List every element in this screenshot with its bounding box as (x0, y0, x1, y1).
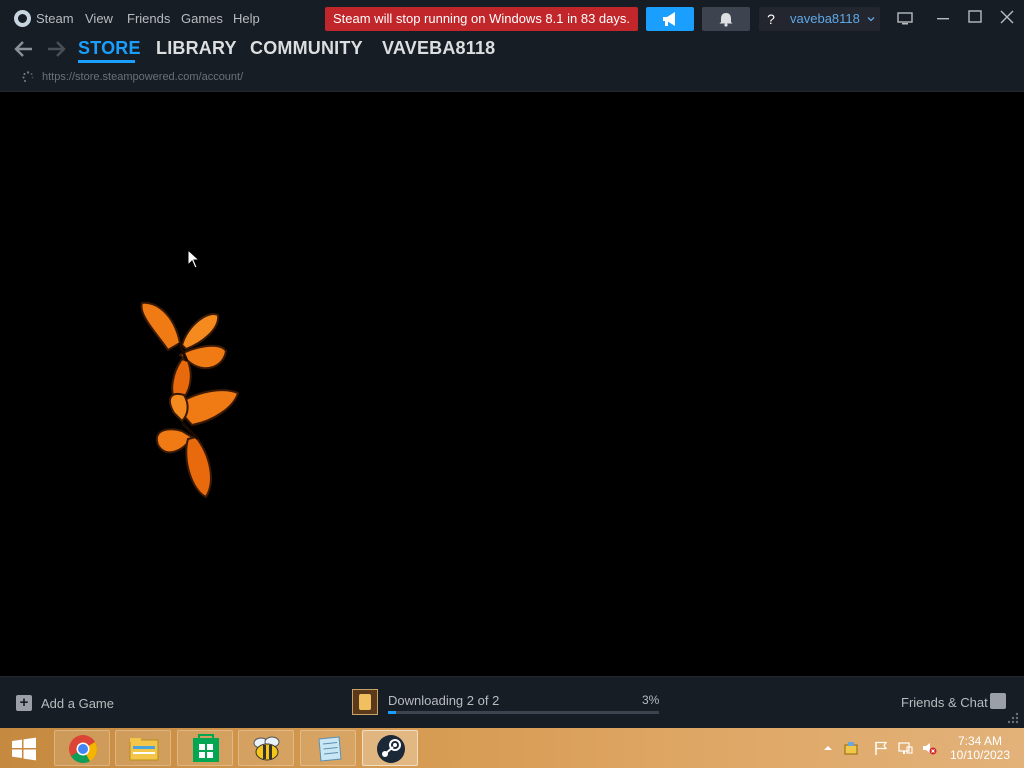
butterfly-upper (140, 301, 228, 405)
notifications-button[interactable] (702, 7, 750, 31)
download-progress-bar[interactable] (388, 711, 659, 714)
menu-bar: Steam View Friends Games Help Steam will… (0, 0, 1024, 36)
arrow-right-icon (48, 41, 66, 57)
resize-grip-icon[interactable] (1006, 711, 1020, 725)
navigation-bar: STORE LIBRARY COMMUNITY VAVEBA8118 (0, 36, 1024, 66)
clock-date: 10/10/2023 (949, 748, 1011, 762)
game-art-icon (359, 694, 371, 710)
help-button[interactable]: ? (759, 7, 783, 31)
close-icon (1000, 10, 1014, 24)
system-clock[interactable]: 7:34 AM 10/10/2023 (946, 734, 1014, 762)
mouse-cursor-icon (187, 249, 201, 269)
account-menu-button[interactable]: vaveba8118 (783, 7, 880, 31)
taskbar-windows-store[interactable] (177, 730, 233, 766)
chrome-icon (69, 735, 98, 764)
back-button[interactable] (13, 39, 35, 59)
maximize-icon (968, 10, 982, 23)
bell-icon (719, 13, 733, 27)
butterflies-decoration (140, 301, 240, 499)
minimize-button[interactable] (928, 6, 958, 30)
friends-chat-button[interactable]: Friends & Chat (901, 695, 988, 710)
tray-app-icon[interactable] (843, 740, 859, 756)
add-game-label: Add a Game (41, 696, 114, 711)
download-status[interactable]: Downloading 2 of 2 (388, 693, 499, 708)
nav-store[interactable]: STORE (78, 38, 141, 59)
url-bar: https://store.steampowered.com/account/ (0, 68, 1024, 88)
forward-button[interactable] (45, 39, 67, 59)
steam-bottom-bar: + Add a Game Downloading 2 of 2 3% Frien… (0, 676, 1024, 728)
download-game-thumbnail[interactable] (352, 689, 378, 715)
windows-logo-icon (12, 737, 36, 761)
loading-spinner-icon (22, 71, 34, 82)
desktop: Steam View Friends Games Help Steam will… (0, 0, 1024, 768)
taskbar-steam[interactable] (362, 730, 418, 766)
nav-library[interactable]: LIBRARY (156, 38, 237, 59)
minimize-icon (937, 18, 949, 20)
plus-icon: + (16, 695, 32, 711)
windows-store-icon (193, 734, 219, 762)
menu-help[interactable]: Help (233, 11, 260, 26)
network-icon[interactable] (897, 740, 913, 756)
steam-icon (377, 735, 405, 763)
menu-steam[interactable]: Steam (36, 11, 74, 26)
action-center-flag-icon[interactable] (873, 740, 889, 756)
maximize-button[interactable] (960, 6, 990, 30)
bee-app-icon (253, 736, 280, 761)
friends-grid-icon[interactable] (990, 693, 1006, 709)
announcements-button[interactable] (646, 7, 694, 31)
monitor-icon (897, 12, 913, 25)
steam-logo-icon[interactable] (14, 10, 31, 27)
menu-friends[interactable]: Friends (127, 11, 170, 26)
steam-titlebar: Steam View Friends Games Help Steam will… (0, 0, 1024, 92)
taskbar-notepad[interactable] (300, 730, 356, 766)
steam-window: Steam View Friends Games Help Steam will… (0, 0, 1024, 728)
account-username: vaveba8118 (790, 11, 860, 26)
nav-profile[interactable]: VAVEBA8118 (382, 38, 495, 59)
megaphone-icon (663, 12, 675, 26)
taskbar-bee-app[interactable] (238, 730, 294, 766)
chevron-down-icon (867, 17, 874, 22)
nav-community[interactable]: COMMUNITY (250, 38, 363, 59)
windows-support-notice[interactable]: Steam will stop running on Windows 8.1 i… (325, 7, 638, 31)
menu-view[interactable]: View (85, 11, 113, 26)
file-explorer-icon (129, 738, 159, 761)
download-percent: 3% (642, 693, 660, 707)
clock-time: 7:34 AM (957, 734, 1003, 748)
windows-taskbar: 7:34 AM 10/10/2023 (0, 728, 1024, 768)
page-url[interactable]: https://store.steampowered.com/account/ (42, 71, 243, 83)
start-button[interactable] (8, 736, 40, 762)
active-tab-indicator (78, 60, 135, 63)
close-button[interactable] (992, 6, 1022, 30)
butterfly-lower (155, 389, 240, 499)
arrow-left-icon (14, 41, 32, 57)
taskbar-file-explorer[interactable] (115, 730, 171, 766)
big-picture-button[interactable] (890, 6, 920, 30)
show-hidden-icons-chevron-icon[interactable] (820, 740, 836, 756)
download-progress-fill (388, 711, 397, 714)
menu-games[interactable]: Games (181, 11, 223, 26)
taskbar-chrome[interactable] (54, 730, 110, 766)
volume-muted-icon[interactable] (921, 740, 937, 756)
notepad-icon (318, 736, 342, 762)
